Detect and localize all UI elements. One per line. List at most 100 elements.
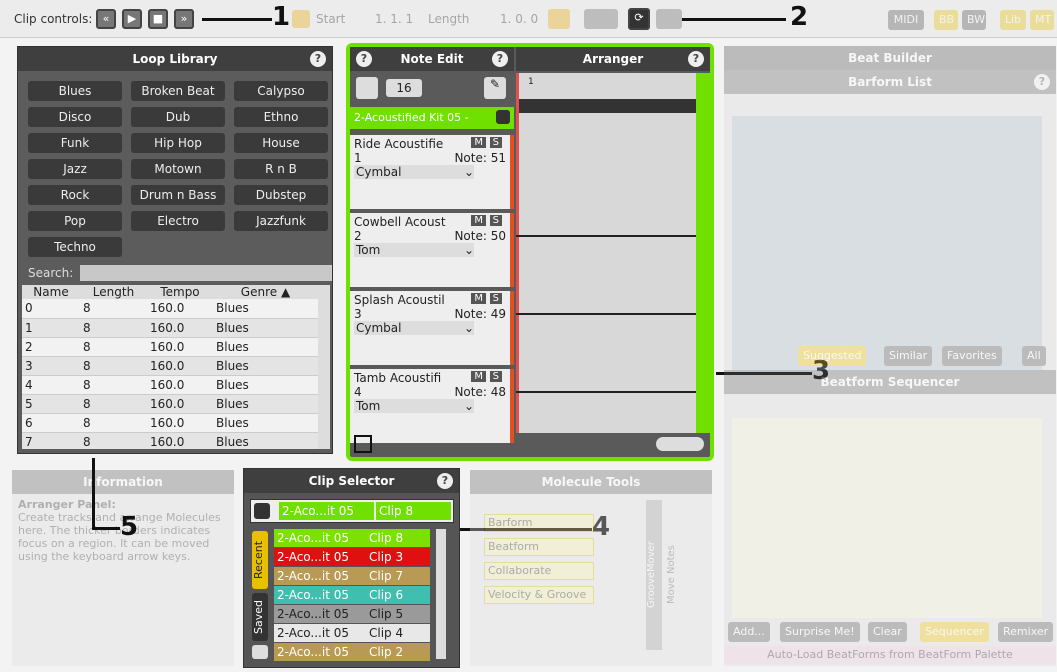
help-icon[interactable]: ? <box>437 473 453 489</box>
bw-button[interactable]: BW <box>962 10 986 30</box>
mt-button[interactable]: MT <box>1030 10 1054 30</box>
genre-button[interactable]: Funk <box>28 133 122 153</box>
help-icon[interactable]: ? <box>1034 74 1050 90</box>
piano-icon[interactable] <box>356 77 378 99</box>
mute-button[interactable]: M <box>471 137 486 148</box>
clip-scrollbar[interactable] <box>436 529 446 659</box>
genre-button[interactable]: Motown <box>131 159 225 179</box>
remixer-button[interactable]: Remixer <box>998 622 1054 642</box>
sync-button[interactable]: ⟳ <box>628 8 650 30</box>
barform-grid[interactable] <box>732 116 1042 384</box>
help-icon[interactable]: ? <box>356 51 372 67</box>
bb-button[interactable]: BB <box>934 10 958 30</box>
table-row[interactable]: 0 8 160.0 Blues <box>22 299 318 319</box>
molecule-tool-item[interactable]: Beatform <box>484 538 594 556</box>
table-row[interactable]: 2 8 160.0 Blues <box>22 337 318 357</box>
arranger-ruler[interactable] <box>516 99 696 113</box>
clip-row[interactable]: 2-Aco...it 05 Clip 5 <box>274 605 434 623</box>
add-button[interactable]: Add... <box>728 622 770 642</box>
stop-button[interactable]: ■ <box>148 9 168 29</box>
genre-button[interactable]: House <box>234 133 328 153</box>
saved-tab[interactable]: Saved <box>252 593 268 641</box>
pencil-icon[interactable]: ✎ <box>484 77 506 99</box>
track-row[interactable]: Cowbell Acoust M S 2 Note: 50 Tom ⌄ <box>350 213 514 287</box>
table-row[interactable]: 1 8 160.0 Blues <box>22 318 318 338</box>
genre-button[interactable]: Drum n Bass <box>131 185 225 205</box>
track-type-select[interactable]: Tom ⌄ <box>354 399 474 413</box>
mute-button[interactable]: M <box>471 215 486 226</box>
lock-icon[interactable] <box>496 110 510 124</box>
rewind-button[interactable]: « <box>96 9 116 29</box>
sequencer-button[interactable]: Sequencer <box>920 622 989 642</box>
steps-field[interactable]: 16 <box>386 79 422 97</box>
fast-forward-button[interactable]: » <box>174 9 194 29</box>
solo-button[interactable]: S <box>489 137 502 148</box>
groovemover-tab[interactable]: GrooveMover <box>646 500 662 650</box>
genre-button[interactable]: Pop <box>28 211 122 231</box>
track-type-select[interactable]: Cymbal ⌄ <box>354 321 474 335</box>
arranger-grid[interactable]: 1 <box>516 73 696 433</box>
recent-tab[interactable]: Recent <box>252 531 268 589</box>
play-orange-button[interactable] <box>292 10 310 28</box>
loop-button[interactable] <box>548 9 570 29</box>
clip-row[interactable]: 2-Aco...it 05 Clip 6 <box>274 586 434 604</box>
genre-button[interactable]: Rock <box>28 185 122 205</box>
table-row[interactable]: 7 8 160.0 Blues <box>22 432 318 449</box>
surprise-button[interactable]: Surprise Me! <box>780 622 860 642</box>
focus-square-icon[interactable] <box>354 435 372 453</box>
autoload-bar[interactable]: Auto-Load BeatForms from BeatForm Palett… <box>724 646 1056 664</box>
start-value[interactable]: 1. 1. 1 <box>375 12 413 26</box>
table-row[interactable]: 3 8 160.0 Blues <box>22 356 318 376</box>
table-row[interactable]: 5 8 160.0 Blues <box>22 394 318 414</box>
table-row[interactable]: 6 8 160.0 Blues <box>22 413 318 433</box>
solo-button[interactable]: S <box>489 215 502 226</box>
solo-button[interactable]: S <box>489 371 502 382</box>
track-row[interactable]: Ride Acoustifie M S 1 Note: 51 Cymbal ⌄ <box>350 135 514 209</box>
genre-button[interactable]: Calypso <box>234 81 328 101</box>
clip-row[interactable]: 2-Aco...it 05 Clip 3 <box>274 548 434 566</box>
clip-row[interactable]: 2-Aco...it 05 Clip 2 <box>274 643 434 661</box>
grid-button[interactable] <box>584 9 618 29</box>
loop-table-scrollbar[interactable] <box>318 285 330 449</box>
search-input[interactable] <box>80 265 332 281</box>
genre-button[interactable]: Techno <box>28 237 122 257</box>
current-clip[interactable]: 2-Aco...it 05 Clip 8 <box>250 499 454 523</box>
clip-row[interactable]: 2-Aco...it 05 Clip 4 <box>274 624 434 642</box>
genre-button[interactable]: Disco <box>28 107 122 127</box>
track-row[interactable]: Splash Acoustil M S 3 Note: 49 Cymbal ⌄ <box>350 291 514 365</box>
chevron-down-icon[interactable] <box>252 645 268 659</box>
genre-button[interactable]: Dub <box>131 107 225 127</box>
suggested-button[interactable]: Suggested <box>798 346 867 366</box>
clear-button[interactable]: Clear <box>868 622 907 642</box>
genre-button[interactable]: Dubstep <box>234 185 328 205</box>
genre-button[interactable]: Electro <box>131 211 225 231</box>
col-length[interactable]: Length <box>80 285 147 299</box>
col-genre[interactable]: Genre ▲ <box>213 285 318 299</box>
lib-button[interactable]: Lib <box>1000 10 1026 30</box>
col-name[interactable]: Name <box>22 285 80 299</box>
help-icon[interactable]: ? <box>688 51 704 67</box>
mute-button[interactable]: M <box>471 293 486 304</box>
genre-button[interactable]: Blues <box>28 81 122 101</box>
length-value[interactable]: 1. 0. 0 <box>500 12 538 26</box>
genre-button[interactable]: Jazz <box>28 159 122 179</box>
clip-row[interactable]: 2-Aco...it 05 Clip 8 <box>274 529 434 547</box>
track-type-select[interactable]: Tom ⌄ <box>354 243 474 257</box>
genre-button[interactable]: Jazzfunk <box>234 211 328 231</box>
molecule-tool-item[interactable]: Collaborate <box>484 562 594 580</box>
track-type-select[interactable]: Cymbal ⌄ <box>354 165 474 179</box>
help-icon[interactable]: ? <box>492 51 508 67</box>
similar-button[interactable]: Similar <box>884 346 933 366</box>
genre-button[interactable]: Hip Hop <box>131 133 225 153</box>
col-tempo[interactable]: Tempo <box>147 285 213 299</box>
all-button[interactable]: All <box>1022 346 1046 366</box>
genre-button[interactable]: Broken Beat <box>131 81 225 101</box>
track-row[interactable]: Tamb Acoustifi M S 4 Note: 48 Tom ⌄ <box>350 369 514 443</box>
midi-button[interactable]: MIDI <box>888 10 924 30</box>
table-row[interactable]: 4 8 160.0 Blues <box>22 375 318 395</box>
export-button[interactable] <box>656 9 682 29</box>
molecule-tool-item[interactable]: Barform <box>484 514 594 532</box>
molecule-tool-item[interactable]: Velocity & Groove <box>484 586 594 604</box>
mute-button[interactable]: M <box>471 371 486 382</box>
arranger-scrollbar[interactable] <box>696 73 710 433</box>
